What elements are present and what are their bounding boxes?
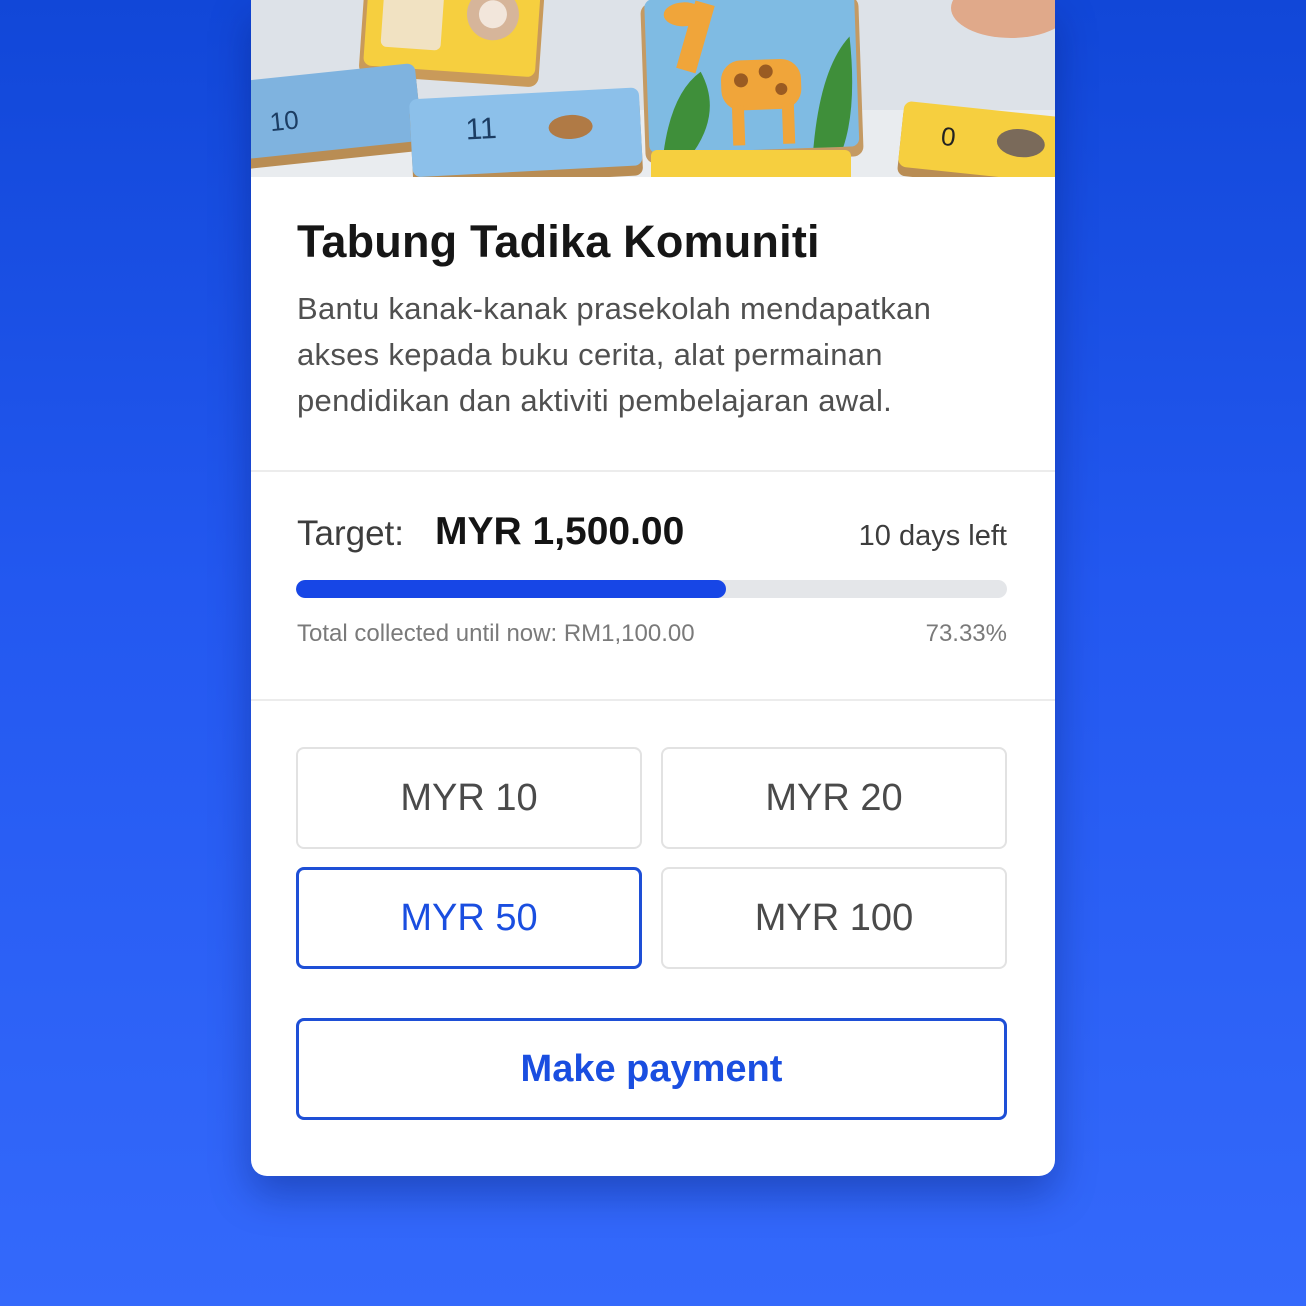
days-left-text: 10 days left (858, 520, 1007, 552)
divider (251, 470, 1055, 472)
amount-option-100[interactable]: MYR 100 (661, 867, 1007, 969)
progress-bar-fill (296, 580, 726, 598)
campaign-image: 10 11 0 (251, 0, 1055, 177)
progress-percent: 73.33% (925, 620, 1007, 647)
target-row: Target: MYR 1,500.00 10 days left (297, 508, 1007, 564)
collected-amount-text: Total collected until now: RM1,100.00 (297, 620, 695, 647)
amount-option-20[interactable]: MYR 20 (661, 747, 1007, 849)
make-payment-button[interactable]: Make payment (296, 1018, 1007, 1120)
amount-option-10[interactable]: MYR 10 (296, 747, 642, 849)
donation-card: 10 11 0 Tabung Tadika Komuniti Bantu kan… (251, 0, 1055, 1176)
target-amount: MYR 1,500.00 (435, 510, 685, 553)
collection-stats: Total collected until now: RM1,100.00 73… (297, 620, 1007, 654)
svg-text:11: 11 (465, 112, 498, 147)
amount-option-50[interactable]: MYR 50 (296, 867, 642, 969)
puzzle-cards-illustration: 10 11 0 (251, 0, 1055, 177)
campaign-info: Tabung Tadika Komuniti Bantu kanak-kanak… (297, 210, 1017, 424)
progress-bar (296, 580, 1007, 598)
campaign-description: Bantu kanak-kanak prasekolah mendapatkan… (297, 291, 932, 418)
divider (251, 699, 1055, 701)
svg-text:10: 10 (268, 104, 300, 137)
target-label: Target: (297, 514, 404, 553)
campaign-title: Tabung Tadika Komuniti (297, 216, 820, 267)
